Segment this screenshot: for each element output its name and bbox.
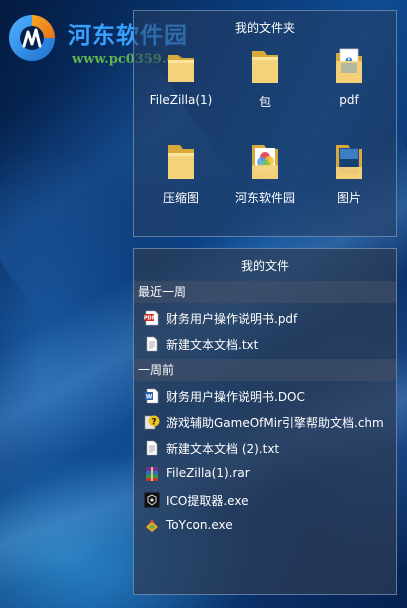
folder-label: 包 — [258, 95, 271, 109]
chm-help-icon: ? — [144, 415, 160, 430]
file-name: 游戏辅助GameOfMir引擎帮助文档.chm — [166, 416, 384, 430]
toycon-app-icon — [146, 520, 158, 532]
folder-tile-tupian[interactable]: 图片 — [306, 141, 392, 221]
folder-label: pdf — [339, 93, 359, 107]
folder-icon — [168, 145, 194, 179]
file-name: FileZilla(1).rar — [166, 466, 250, 480]
panel-title: 我的文件 — [240, 259, 289, 273]
folder-tile-filezilla[interactable]: FileZilla(1) — [138, 45, 224, 125]
file-name: 新建文本文档.txt — [166, 338, 259, 352]
folder-label: 图片 — [336, 191, 361, 205]
folder-pdf-icon: e — [336, 48, 362, 83]
file-item[interactable]: PDF 财务用户操作说明书.pdf — [144, 307, 392, 329]
file-item[interactable]: ICO提取器.exe — [144, 489, 392, 511]
folder-icon — [168, 55, 194, 82]
text-file-icon — [146, 440, 158, 456]
group-header-earlier: 一周前 — [134, 359, 396, 381]
folder-tile-bao[interactable]: 包 — [222, 45, 308, 125]
my-files-panel: 我的文件 最近一周 PDF 财务用户操作说明书.pdf 新建文本文档.txt 一… — [133, 248, 397, 595]
file-name: 财务用户操作说明书.DOC — [166, 390, 305, 404]
folder-icon — [252, 51, 278, 83]
file-item[interactable]: ? 游戏辅助GameOfMir引擎帮助文档.chm — [144, 411, 392, 433]
rar-archive-icon — [146, 467, 158, 481]
folder-label: FileZilla(1) — [149, 93, 213, 107]
folder-label: 河东软件园 — [234, 191, 295, 205]
file-name: ToYcon.exe — [166, 518, 233, 532]
folder-tile-pdf[interactable]: e pdf — [306, 45, 392, 125]
file-item[interactable]: FileZilla(1).rar — [144, 463, 392, 485]
pdf-file-icon: PDF — [144, 310, 159, 326]
file-item[interactable]: 新建文本文档 (2).txt — [144, 437, 392, 459]
folder-tile-yasuotu[interactable]: 压缩图 — [138, 141, 224, 221]
file-name: ICO提取器.exe — [166, 494, 249, 508]
group-header-last-week: 最近一周 — [134, 281, 396, 303]
file-item[interactable]: 新建文本文档.txt — [144, 333, 392, 355]
word-file-icon: W — [145, 388, 159, 404]
file-name: 财务用户操作说明书.pdf — [166, 312, 298, 326]
my-folders-panel: 我的文件夹 FileZilla(1) 包 e pdf 压缩图 河东软件园 图片 — [133, 10, 397, 237]
folder-pictures-icon — [336, 145, 362, 179]
file-item[interactable]: W 财务用户操作说明书.DOC — [144, 385, 392, 407]
panel-title: 我的文件夹 — [234, 21, 295, 35]
svg-text:W: W — [146, 393, 153, 400]
svg-text:PDF: PDF — [144, 316, 155, 322]
exe-app-icon — [144, 492, 160, 508]
text-file-icon — [146, 336, 158, 352]
file-item[interactable]: ToYcon.exe — [144, 515, 392, 537]
file-name: 新建文本文档 (2).txt — [166, 442, 280, 456]
folder-label: 压缩图 — [162, 191, 199, 205]
folder-tile-hedong[interactable]: 河东软件园 — [222, 141, 308, 221]
svg-text:?: ? — [151, 418, 156, 428]
folder-image-icon — [252, 145, 278, 179]
site-logo-icon — [9, 15, 55, 61]
